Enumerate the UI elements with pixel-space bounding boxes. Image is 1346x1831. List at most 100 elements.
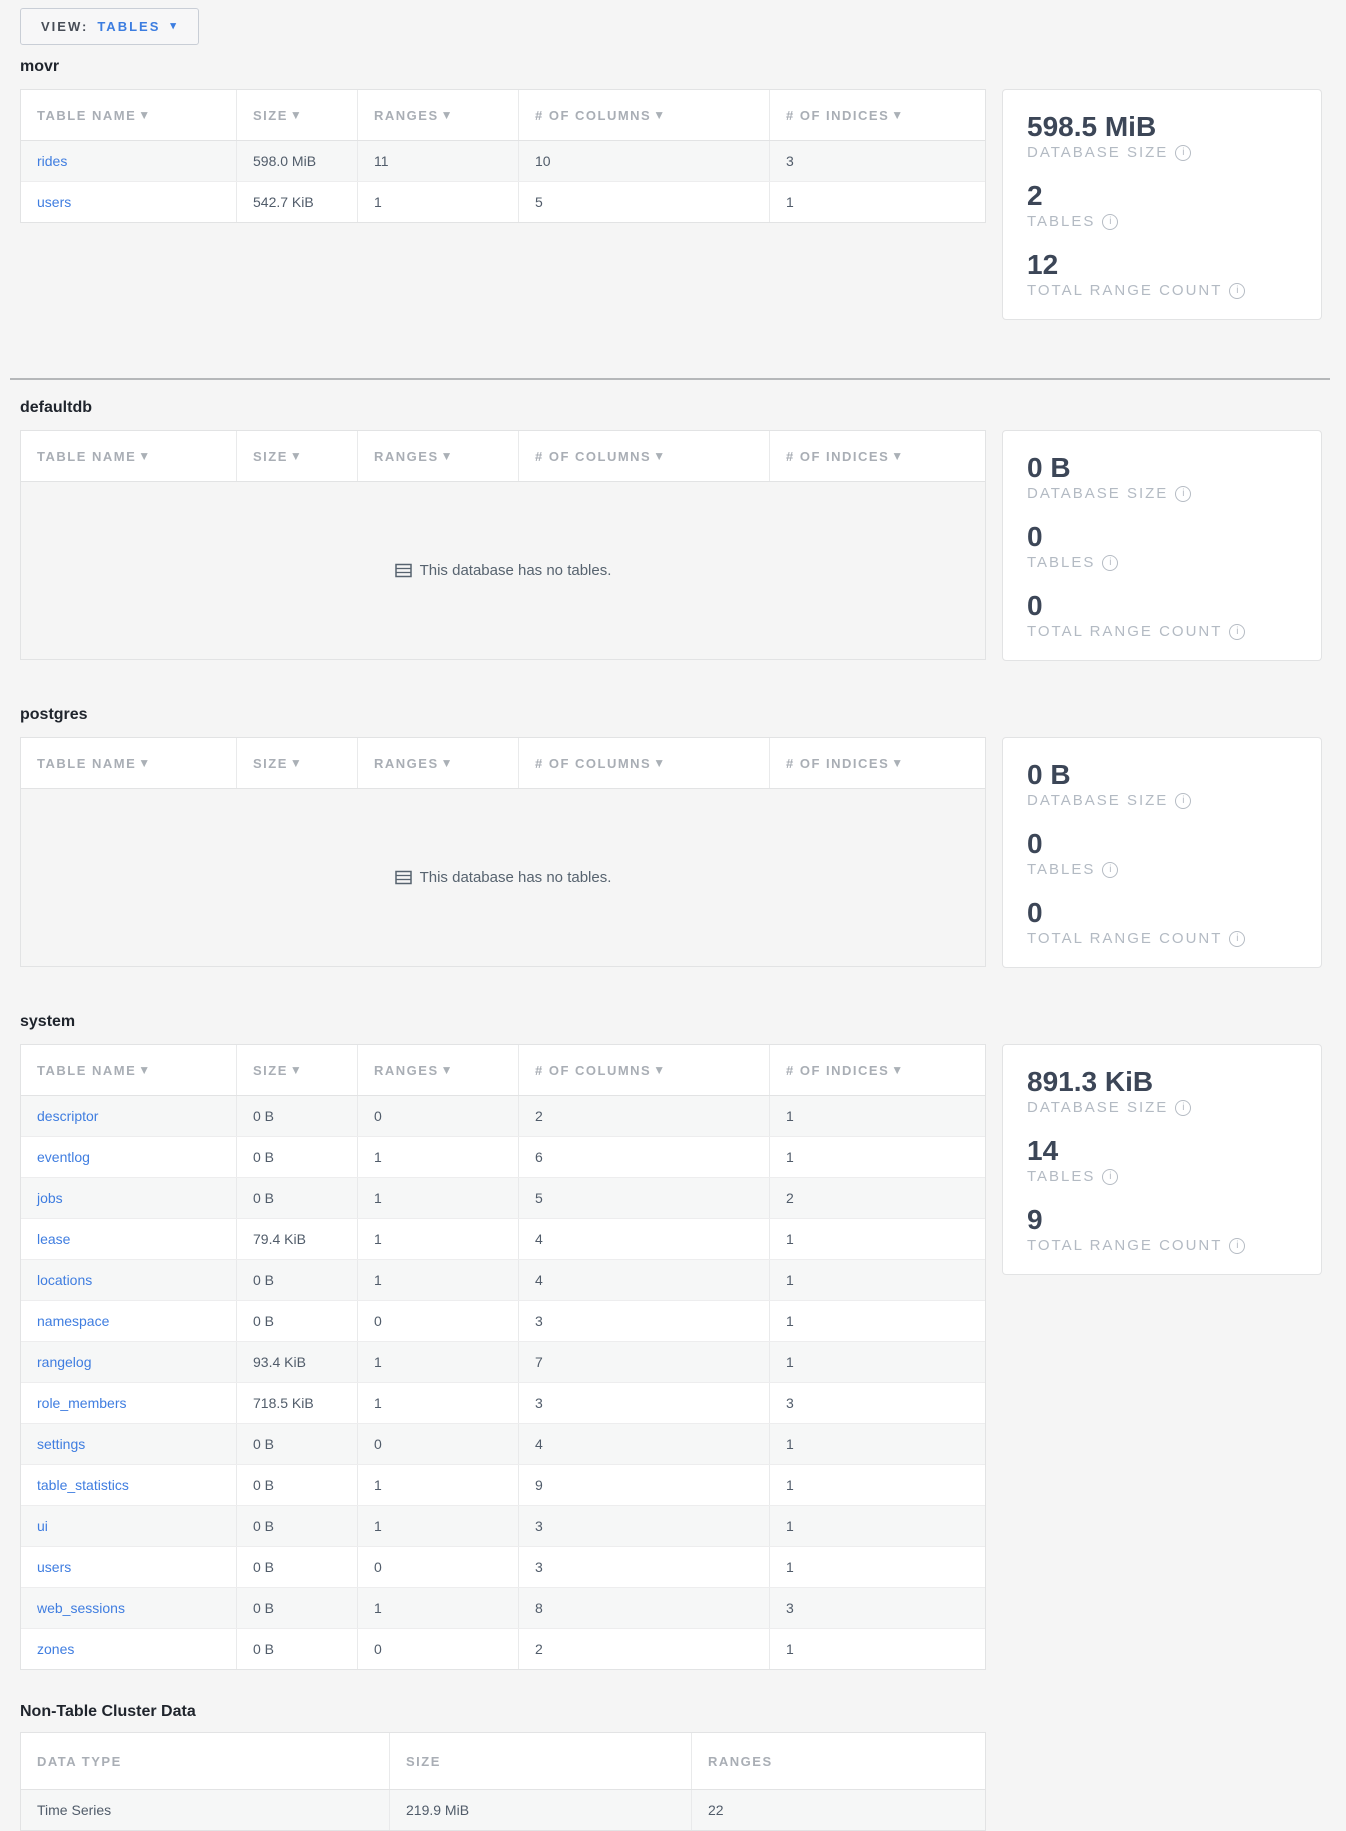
- table-name-link[interactable]: rangelog: [37, 1354, 92, 1370]
- table-name-link[interactable]: users: [37, 194, 71, 210]
- column-header-data-type[interactable]: DATA TYPE: [21, 1733, 389, 1789]
- table-name-link[interactable]: ui: [37, 1518, 48, 1534]
- table-name-cell: users: [21, 182, 236, 222]
- table-name-link[interactable]: jobs: [37, 1190, 63, 1206]
- range-count-stat: 0 TOTAL RANGE COUNTi: [1027, 898, 1297, 947]
- table-name-link[interactable]: lease: [37, 1231, 70, 1247]
- column-header-num-indices[interactable]: # OF INDICES▼: [769, 738, 985, 788]
- range-count-label: TOTAL RANGE COUNT: [1027, 930, 1222, 947]
- column-header-table-name[interactable]: TABLE NAME▼: [21, 431, 236, 481]
- database-size-stat: 891.3 KiB DATABASE SIZEi: [1027, 1067, 1297, 1116]
- ranges-cell: 1: [357, 1137, 518, 1177]
- view-selector-dropdown[interactable]: VIEW: TABLES ▾: [20, 8, 199, 45]
- sort-desc-icon: ▼: [891, 756, 904, 770]
- info-icon[interactable]: i: [1229, 283, 1245, 299]
- column-header-size[interactable]: SIZE▼: [236, 738, 357, 788]
- info-icon[interactable]: i: [1175, 486, 1191, 502]
- table-row: rides598.0 MiB11103: [21, 141, 985, 181]
- size-cell: 718.5 KiB: [236, 1383, 357, 1423]
- column-header-ranges[interactable]: RANGES▼: [357, 90, 518, 140]
- table-name-cell: lease: [21, 1219, 236, 1259]
- table-name-link[interactable]: descriptor: [37, 1108, 98, 1124]
- table-header-row: TABLE NAME▼ SIZE▼ RANGES▼ # OF COLUMNS▼ …: [21, 1045, 985, 1096]
- table-name-link[interactable]: locations: [37, 1272, 92, 1288]
- database-stats-card: 891.3 KiB DATABASE SIZEi 14 TABLESi 9 TO…: [1002, 1044, 1322, 1275]
- column-header-table-name[interactable]: TABLE NAME▼: [21, 738, 236, 788]
- databases-page: VIEW: TABLES ▾ movr TABLE NAME▼ SIZE▼ RA…: [0, 0, 1346, 1831]
- column-header-size[interactable]: SIZE▼: [236, 90, 357, 140]
- num-indices-cell: 3: [769, 141, 985, 181]
- range-count-value: 9: [1027, 1205, 1297, 1235]
- info-icon[interactable]: i: [1175, 145, 1191, 161]
- column-header-size[interactable]: SIZE▼: [236, 431, 357, 481]
- column-header-ranges[interactable]: RANGES: [691, 1733, 985, 1789]
- column-header-ranges[interactable]: RANGES▼: [357, 431, 518, 481]
- info-icon[interactable]: i: [1102, 214, 1118, 230]
- table-icon: [395, 870, 412, 885]
- column-header-table-name[interactable]: TABLE NAME▼: [21, 1045, 236, 1095]
- ranges-cell: 1: [357, 1383, 518, 1423]
- column-header-num-columns[interactable]: # OF COLUMNS▼: [518, 431, 769, 481]
- column-header-num-columns[interactable]: # OF COLUMNS▼: [518, 1045, 769, 1095]
- table-name-cell: rangelog: [21, 1342, 236, 1382]
- tables-count-value: 0: [1027, 829, 1297, 859]
- column-header-ranges[interactable]: RANGES▼: [357, 738, 518, 788]
- num-indices-cell: 1: [769, 1219, 985, 1259]
- column-header-num-indices[interactable]: # OF INDICES▼: [769, 1045, 985, 1095]
- info-icon[interactable]: i: [1229, 1238, 1245, 1254]
- info-icon[interactable]: i: [1229, 624, 1245, 640]
- tables-count-stat: 14 TABLESi: [1027, 1136, 1297, 1185]
- table-name-link[interactable]: settings: [37, 1436, 85, 1452]
- sort-desc-icon: ▼: [891, 449, 904, 463]
- info-icon[interactable]: i: [1102, 555, 1118, 571]
- column-header-table-name[interactable]: TABLE NAME▼: [21, 90, 236, 140]
- info-icon[interactable]: i: [1102, 1169, 1118, 1185]
- table-name-link[interactable]: users: [37, 1559, 71, 1575]
- sort-desc-icon: ▼: [891, 1063, 904, 1077]
- size-cell: 219.9 MiB: [389, 1790, 691, 1830]
- column-header-num-columns[interactable]: # OF COLUMNS▼: [518, 90, 769, 140]
- database-tables-table: TABLE NAME▼ SIZE▼ RANGES▼ # OF COLUMNS▼ …: [20, 1044, 986, 1670]
- view-selector-value: TABLES: [97, 19, 160, 34]
- database-section: movr TABLE NAME▼ SIZE▼ RANGES▼ # OF COLU…: [20, 57, 1322, 320]
- table-name-link[interactable]: role_members: [37, 1395, 126, 1411]
- column-header-num-indices[interactable]: # OF INDICES▼: [769, 431, 985, 481]
- ranges-cell: 1: [357, 1260, 518, 1300]
- column-header-size[interactable]: SIZE▼: [236, 1045, 357, 1095]
- info-icon[interactable]: i: [1175, 1100, 1191, 1116]
- table-row: namespace0 B031: [21, 1300, 985, 1341]
- size-cell: 542.7 KiB: [236, 182, 357, 222]
- table-name-link[interactable]: rides: [37, 153, 67, 169]
- num-indices-cell: 1: [769, 1342, 985, 1382]
- table-row: table_statistics0 B191: [21, 1464, 985, 1505]
- num-indices-cell: 1: [769, 1096, 985, 1136]
- size-cell: 0 B: [236, 1260, 357, 1300]
- table-row: eventlog0 B161: [21, 1136, 985, 1177]
- sort-desc-icon: ▼: [653, 108, 666, 122]
- info-icon[interactable]: i: [1175, 793, 1191, 809]
- table-name-link[interactable]: namespace: [37, 1313, 109, 1329]
- column-header-label: # OF INDICES: [786, 108, 889, 123]
- column-header-ranges[interactable]: RANGES▼: [357, 1045, 518, 1095]
- non-table-section-title: Non-Table Cluster Data: [20, 1702, 1322, 1722]
- column-header-label: # OF INDICES: [786, 1063, 889, 1078]
- table-name-link[interactable]: eventlog: [37, 1149, 90, 1165]
- column-header-label: TABLE NAME: [37, 1063, 136, 1078]
- table-name-link[interactable]: web_sessions: [37, 1600, 125, 1616]
- table-row: lease79.4 KiB141: [21, 1218, 985, 1259]
- column-header-num-indices[interactable]: # OF INDICES▼: [769, 90, 985, 140]
- size-cell: 93.4 KiB: [236, 1342, 357, 1382]
- num-columns-cell: 3: [518, 1547, 769, 1587]
- column-header-size[interactable]: SIZE: [389, 1733, 691, 1789]
- table-name-link[interactable]: zones: [37, 1641, 74, 1657]
- sort-desc-icon: ▼: [653, 1063, 666, 1077]
- sort-desc-icon: ▼: [653, 756, 666, 770]
- column-header-num-columns[interactable]: # OF COLUMNS▼: [518, 738, 769, 788]
- info-icon[interactable]: i: [1229, 931, 1245, 947]
- tables-count-stat: 0 TABLESi: [1027, 829, 1297, 878]
- ranges-cell: 1: [357, 1506, 518, 1546]
- column-header-label: SIZE: [253, 449, 288, 464]
- info-icon[interactable]: i: [1102, 862, 1118, 878]
- table-name-link[interactable]: table_statistics: [37, 1477, 129, 1493]
- table-name-cell: eventlog: [21, 1137, 236, 1177]
